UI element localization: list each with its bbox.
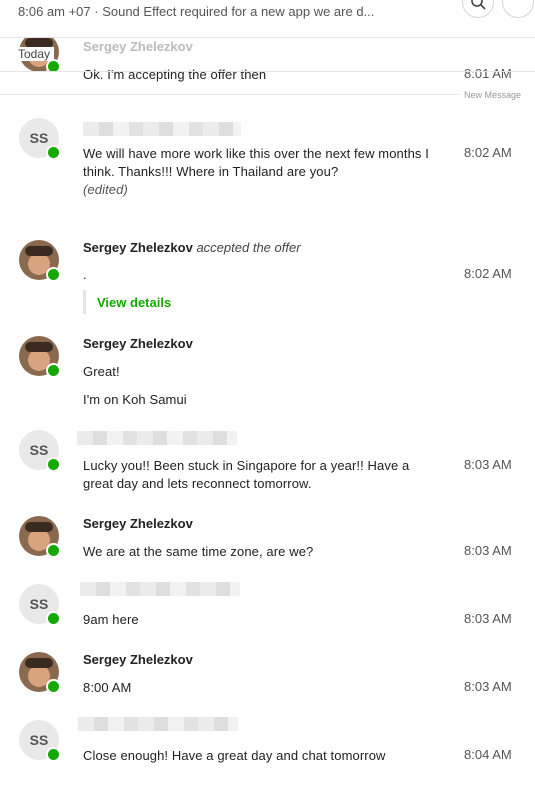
avatar[interactable]: SS: [19, 584, 61, 626]
message-text: 9am here: [83, 612, 139, 627]
offer-action: accepted the offer: [196, 240, 301, 255]
message-text: We will have more work like this over th…: [83, 145, 443, 199]
message-text: 8:00 AM: [83, 680, 132, 695]
date-divider-label: Today: [18, 47, 55, 61]
chat-header: 8:06 am +07 · Sound Effect required for …: [0, 0, 535, 38]
sender-name-redacted: [78, 717, 238, 731]
more-options-icon[interactable]: [502, 0, 534, 18]
message-time: 8:03 AM: [464, 457, 512, 472]
avatar-initials: SS: [29, 442, 49, 458]
avatar[interactable]: [19, 516, 61, 558]
sender-name[interactable]: Sergey Zhelezkov: [83, 336, 193, 351]
online-status-icon: [46, 457, 61, 472]
avatar-initials: SS: [29, 596, 49, 612]
new-message-label: New Message: [464, 90, 522, 100]
message-text: .: [83, 267, 87, 282]
message-text: We are at the same time zone, are we?: [83, 544, 314, 559]
sender-name[interactable]: Sergey Zhelezkov: [83, 240, 193, 255]
sender-name[interactable]: Sergey Zhelezkov: [83, 516, 193, 531]
avatar[interactable]: [19, 240, 61, 282]
message-time: 8:02 AM: [464, 266, 512, 281]
date-divider: [0, 71, 535, 72]
message-text: Lucky you!! Been stuck in Singapore for …: [83, 458, 410, 491]
sender-name-redacted: [83, 122, 241, 136]
message-body: We will have more work like this over th…: [83, 146, 429, 179]
message-time: 8:02 AM: [464, 145, 512, 160]
message-text: I'm on Koh Samui: [83, 392, 187, 407]
avatar[interactable]: SS: [19, 118, 61, 160]
message-time: 8:03 AM: [464, 611, 512, 626]
message-text: Close enough! Have a great day and chat …: [83, 748, 386, 763]
online-status-icon: [46, 543, 61, 558]
online-status-icon: [46, 679, 61, 694]
search-icon[interactable]: [462, 0, 494, 18]
avatar[interactable]: [19, 336, 61, 378]
edited-label: (edited): [83, 182, 128, 197]
avatar[interactable]: SS: [19, 720, 61, 762]
header-subtitle: 8:06 am +07 · Sound Effect required for …: [18, 4, 375, 19]
online-status-icon: [46, 363, 61, 378]
online-status-icon: [46, 611, 61, 626]
message-time: 8:04 AM: [464, 747, 512, 762]
message-time: 8:03 AM: [464, 543, 512, 558]
online-status-icon: [46, 747, 61, 762]
message-time: 8:03 AM: [464, 679, 512, 694]
avatar[interactable]: SS: [19, 430, 61, 472]
avatar[interactable]: [19, 652, 61, 694]
new-message-divider: [0, 94, 460, 95]
view-details-link[interactable]: View details: [97, 295, 171, 310]
avatar-initials: SS: [29, 130, 49, 146]
message-text: Great!: [83, 364, 120, 379]
message-text: Ok. I'm accepting the offer then: [83, 67, 267, 82]
online-status-icon: [46, 145, 61, 160]
avatar-initials: SS: [29, 732, 49, 748]
sender-name-redacted: [80, 582, 240, 596]
sender-name-redacted: [77, 431, 237, 445]
message-time: 8:01 AM: [464, 66, 512, 81]
sender-line: Sergey Zhelezkov accepted the offer: [83, 240, 301, 255]
sender-name[interactable]: Sergey Zhelezkov: [83, 652, 193, 667]
sender-name[interactable]: Sergey Zhelezkov: [83, 39, 193, 54]
online-status-icon: [46, 267, 61, 282]
